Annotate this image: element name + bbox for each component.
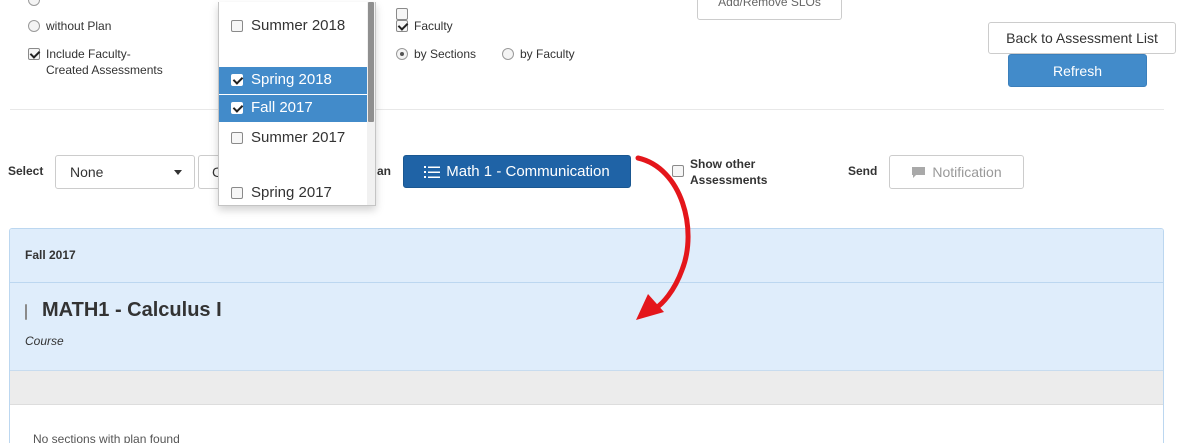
course-type: Course bbox=[25, 334, 64, 348]
sections-header bbox=[10, 371, 1163, 405]
panel-header: Fall 2017 bbox=[10, 229, 1163, 283]
course-row: MATH1 - Calculus I Course bbox=[10, 283, 1163, 371]
option-by-sections[interactable]: by Sections bbox=[396, 46, 476, 62]
comment-icon bbox=[912, 166, 926, 178]
plan-button[interactable]: Math 1 - Communication bbox=[403, 155, 631, 188]
divider bbox=[10, 109, 1164, 110]
option-faculty[interactable]: Faculty bbox=[396, 18, 453, 34]
by-sections-radio[interactable] bbox=[396, 48, 408, 60]
faculty-checkbox[interactable] bbox=[396, 20, 408, 32]
option-without-plan[interactable]: without Plan bbox=[28, 18, 111, 34]
include-faculty-label: Include Faculty- Created Assessments bbox=[46, 47, 163, 77]
item-label: Spring 2017 bbox=[251, 184, 332, 201]
course-checkbox[interactable] bbox=[25, 304, 27, 320]
item-label: Fall 2017 bbox=[251, 99, 313, 116]
item-checkbox[interactable] bbox=[231, 187, 243, 199]
without-plan-label: without Plan bbox=[46, 19, 112, 33]
back-button-label: Back to Assessment List bbox=[1006, 30, 1158, 46]
notification-button[interactable]: Notification bbox=[889, 155, 1024, 189]
refresh-button[interactable]: Refresh bbox=[1008, 54, 1147, 87]
item-checkbox[interactable] bbox=[231, 74, 243, 86]
by-faculty-label: by Faculty bbox=[520, 47, 575, 61]
caret-down-icon bbox=[174, 169, 182, 175]
item-checkbox[interactable] bbox=[231, 132, 243, 144]
plan-button-label: Math 1 - Communication bbox=[446, 163, 610, 180]
item-label: Summer 2018 bbox=[251, 17, 346, 34]
item-label: Spring 2018 bbox=[251, 71, 332, 88]
list-numbered-icon bbox=[424, 165, 441, 178]
by-sections-label: by Sections bbox=[414, 47, 477, 61]
include-faculty-checkbox[interactable] bbox=[28, 48, 40, 60]
dropdown-item[interactable]: Summer 2018 bbox=[219, 15, 369, 63]
select-dropdown-value: None bbox=[70, 164, 104, 180]
notification-label: Notification bbox=[932, 164, 1002, 180]
select-dropdown[interactable]: None bbox=[55, 155, 195, 189]
faculty-label: Faculty bbox=[414, 19, 453, 33]
refresh-button-label: Refresh bbox=[1052, 62, 1103, 79]
semester-dropdown-list[interactable]: Summer 2018 Spring 2018 Fall 2017 Summer… bbox=[218, 2, 376, 206]
assessment-panel: Fall 2017 MATH1 - Calculus I Course No s… bbox=[9, 228, 1164, 443]
term-heading: Fall 2017 bbox=[25, 248, 76, 262]
dropdown-scrollbar-thumb[interactable] bbox=[368, 2, 374, 122]
course-title: MATH1 - Calculus I bbox=[42, 299, 222, 321]
send-label: Send bbox=[848, 164, 878, 178]
dropdown-item[interactable]: Summer 2017 bbox=[219, 127, 369, 175]
radio-without-plan[interactable] bbox=[28, 20, 40, 32]
add-remove-slos-label: Add/Remove SLOs bbox=[718, 0, 821, 9]
dropdown-item[interactable]: Fall 2017 bbox=[219, 95, 369, 122]
option-include-faculty[interactable]: Include Faculty- Created Assessments bbox=[28, 46, 196, 78]
back-to-assessment-list-button[interactable]: Back to Assessment List bbox=[988, 22, 1176, 54]
plan-label: an bbox=[377, 164, 392, 178]
item-checkbox[interactable] bbox=[231, 102, 243, 114]
radio-with-plan[interactable] bbox=[28, 0, 40, 6]
select-label: Select bbox=[8, 164, 44, 178]
option-by-faculty[interactable]: by Faculty bbox=[502, 46, 575, 62]
item-label: Summer 2017 bbox=[251, 129, 346, 146]
item-checkbox[interactable] bbox=[231, 20, 243, 32]
empty-message: No sections with plan found bbox=[33, 432, 180, 443]
dropdown-item[interactable]: Spring 2018 bbox=[219, 67, 369, 94]
dropdown-scrollbar[interactable] bbox=[367, 2, 375, 205]
annotation-arrow bbox=[635, 155, 691, 320]
by-faculty-radio[interactable] bbox=[502, 48, 514, 60]
add-remove-slos-button[interactable]: Add/Remove SLOs bbox=[697, 0, 842, 20]
dropdown-item[interactable]: Spring 2017 bbox=[219, 182, 369, 204]
